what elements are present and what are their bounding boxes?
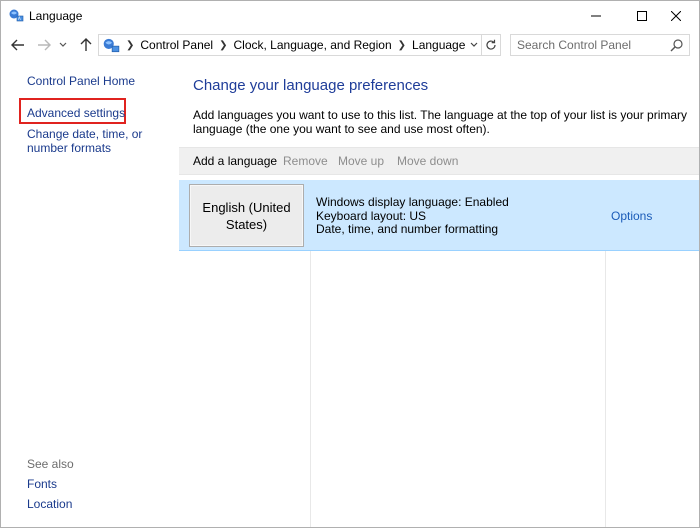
search-box[interactable] xyxy=(510,34,690,56)
refresh-button[interactable] xyxy=(481,34,501,56)
fonts-link[interactable]: Fonts xyxy=(27,477,57,491)
left-pane: Control Panel Home Advanced settings Cha… xyxy=(1,59,179,527)
breadcrumb-separator-icon: ❯ xyxy=(397,39,407,51)
title-bar: A Language xyxy=(1,1,699,31)
control-panel-home-link[interactable]: Control Panel Home xyxy=(27,74,135,88)
formatting-status: Date, time, and number formatting xyxy=(316,222,499,236)
breadcrumb-control-panel[interactable]: Control Panel xyxy=(140,38,213,52)
refresh-icon xyxy=(485,39,496,50)
breadcrumb: ❯ Control Panel ❯ Clock, Language, and R… xyxy=(120,38,465,52)
see-also-label: See also xyxy=(27,457,74,471)
recent-locations-button[interactable] xyxy=(57,36,69,54)
language-row[interactable]: English (United States) Windows display … xyxy=(179,180,699,251)
main-content: Change your language preferences Add lan… xyxy=(179,59,699,527)
control-panel-icon: A xyxy=(9,9,24,22)
page-title: Change your language preferences xyxy=(193,77,429,94)
forward-button[interactable] xyxy=(35,36,53,54)
language-toolbar: Add a language Remove Move up Move down xyxy=(179,147,699,175)
display-language-status: Windows display language: Enabled xyxy=(316,195,509,209)
minimize-button[interactable] xyxy=(573,1,619,31)
breadcrumb-language[interactable]: Language xyxy=(412,38,465,52)
breadcrumb-separator-icon: ❯ xyxy=(126,39,135,51)
search-icon[interactable] xyxy=(670,38,684,52)
breadcrumb-clock-language-region[interactable]: Clock, Language, and Region xyxy=(234,38,392,52)
minimize-icon xyxy=(591,15,601,17)
control-panel-icon xyxy=(103,38,120,53)
back-button[interactable] xyxy=(9,36,27,54)
page-description: Add languages you want to use to this li… xyxy=(193,108,688,136)
keyboard-layout-status: Keyboard layout: US xyxy=(316,208,427,223)
options-link[interactable]: Options xyxy=(611,209,652,223)
close-button[interactable] xyxy=(653,1,699,31)
breadcrumb-separator-icon: ❯ xyxy=(219,39,228,51)
address-dropdown-button[interactable] xyxy=(465,35,482,55)
language-details: Windows display language: Enabled Keyboa… xyxy=(316,195,509,237)
move-up-button[interactable]: Move up xyxy=(338,154,384,168)
window-title: Language xyxy=(29,9,83,23)
advanced-settings-link[interactable]: Advanced settings xyxy=(27,106,125,120)
navigation-bar: ❯ Control Panel ❯ Clock, Language, and R… xyxy=(1,31,699,59)
remove-button[interactable]: Remove xyxy=(283,154,328,168)
arrow-right-icon xyxy=(38,39,51,51)
language-window: A Language ❯ Control Panel ❯ Clock, Lang… xyxy=(0,0,700,528)
arrow-up-icon xyxy=(80,38,92,51)
chevron-down-icon xyxy=(59,42,67,47)
chevron-down-icon xyxy=(470,42,477,47)
location-link[interactable]: Location xyxy=(27,497,72,511)
add-language-button[interactable]: Add a language xyxy=(193,154,277,168)
close-icon xyxy=(671,11,681,21)
search-input[interactable] xyxy=(511,35,661,55)
move-down-button[interactable]: Move down xyxy=(397,154,458,168)
language-item-button[interactable]: English (United States) xyxy=(189,184,304,247)
maximize-icon xyxy=(637,11,647,21)
svg-text:A: A xyxy=(18,16,21,21)
arrow-left-icon xyxy=(11,39,24,51)
change-date-time-link[interactable]: Change date, time, or number formats xyxy=(27,127,177,155)
up-button[interactable] xyxy=(77,36,95,54)
address-bar[interactable]: ❯ Control Panel ❯ Clock, Language, and R… xyxy=(98,34,482,56)
language-list: English (United States) Windows display … xyxy=(179,180,699,527)
